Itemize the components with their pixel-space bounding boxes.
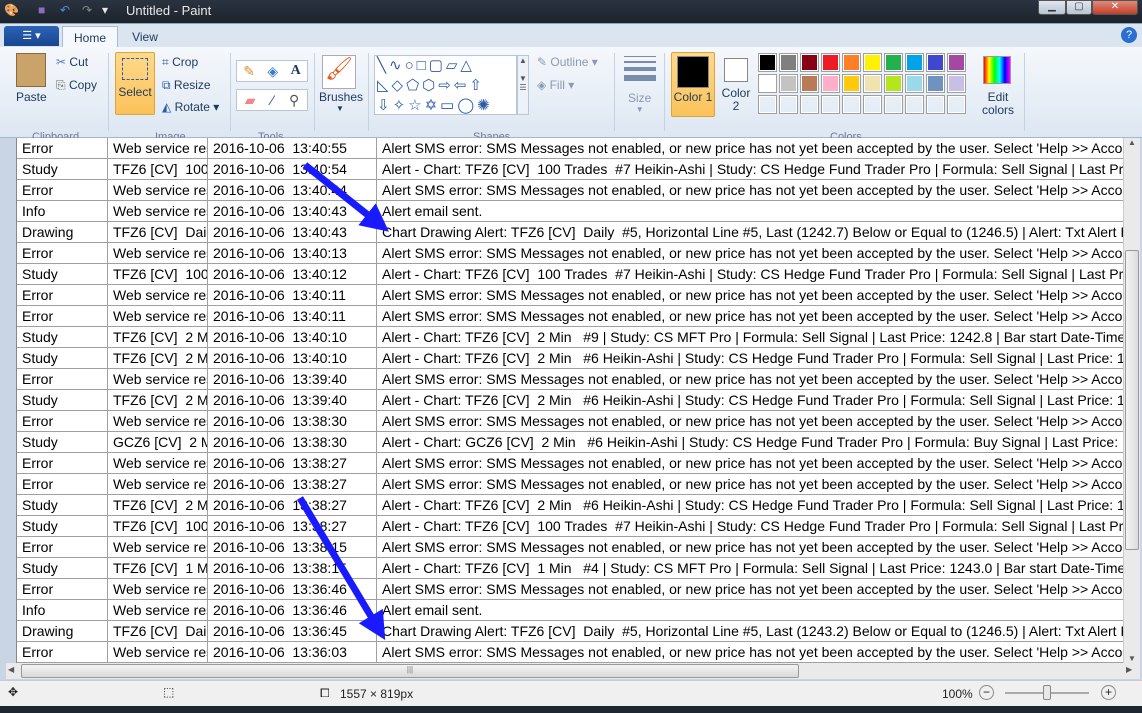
cursor-position-icon: ✥ — [8, 685, 19, 699]
color-swatch[interactable] — [842, 95, 861, 114]
fill-bucket-icon[interactable]: ◈ — [267, 63, 278, 80]
eraser-icon[interactable]: ▰ — [245, 92, 256, 109]
resize-button[interactable]: ⧉ Resize — [162, 78, 211, 93]
zoom-level: 100% — [942, 687, 973, 701]
magnifier-icon[interactable]: ⚲ — [289, 92, 299, 109]
window-title: Untitled - Paint — [126, 3, 212, 18]
color-swatch[interactable] — [863, 53, 882, 72]
color-swatch[interactable] — [821, 53, 840, 72]
color-swatch[interactable] — [884, 95, 903, 114]
customize-quick-access-icon[interactable]: ▾ — [102, 3, 108, 17]
color-swatch[interactable] — [863, 74, 882, 93]
zoom-in-button[interactable]: + — [1101, 685, 1116, 700]
copy-icon: ⎘ — [56, 78, 66, 92]
color-swatch[interactable] — [926, 53, 945, 72]
color-swatch[interactable] — [905, 74, 924, 93]
ribbon: Paste ✂ Cut ⎘ Copy Clipboard Select ⌗ Cr… — [0, 47, 1142, 143]
close-button[interactable]: ✕ — [1092, 0, 1138, 15]
color1-swatch — [677, 56, 709, 88]
annotation-arrow — [302, 162, 389, 232]
color-swatch[interactable] — [947, 95, 966, 114]
color-swatch[interactable] — [863, 95, 882, 114]
crop-button[interactable]: ⌗ Crop — [162, 55, 198, 70]
color2-button[interactable]: Color 2 — [718, 55, 754, 113]
color-swatch[interactable] — [758, 95, 777, 114]
color-swatch[interactable] — [905, 95, 924, 114]
rotate-button[interactable]: ◭ Rotate ▾ — [162, 100, 219, 114]
rotate-icon: ◭ — [162, 100, 172, 114]
canvas-area[interactable]: Error Web service res 2016-10-06 13:40:55 A… — [0, 138, 1142, 680]
annotation-arrow — [296, 496, 386, 641]
crop-icon: ⌗ — [162, 55, 169, 69]
color-swatch[interactable] — [926, 74, 945, 93]
color-swatch[interactable] — [884, 53, 903, 72]
color2-swatch — [724, 58, 748, 82]
color-swatch[interactable] — [758, 53, 777, 72]
color-swatch[interactable] — [884, 74, 903, 93]
brushes-button[interactable]: Brushes ▼ — [319, 90, 363, 113]
redo-icon[interactable]: ↷ — [82, 3, 92, 17]
outline-button[interactable]: ✎ Outline ▾ — [537, 55, 598, 69]
color-swatch[interactable] — [758, 74, 777, 93]
color-swatch[interactable] — [926, 95, 945, 114]
ribbon-tabs: ☰ ▾ Home View ? — [0, 23, 1142, 48]
maximize-button[interactable]: ▢ — [1066, 0, 1092, 15]
fill-icon: ◈ — [537, 78, 547, 92]
color-swatch[interactable] — [800, 74, 819, 93]
size-button[interactable]: Size ▼ — [628, 91, 651, 114]
text-tool-icon[interactable]: A — [291, 63, 301, 79]
color-swatch[interactable] — [800, 53, 819, 72]
annotation-arrows — [296, 162, 389, 641]
status-bar: ✥ ⬚ ⧠ 1557 × 819px 100% − + — [0, 680, 1142, 706]
select-button[interactable]: Select — [115, 52, 155, 115]
color1-button[interactable]: Color 1 — [671, 52, 715, 117]
color-swatch[interactable] — [779, 74, 798, 93]
minimize-button[interactable]: ▁ — [1038, 0, 1066, 15]
zoom-slider-thumb[interactable] — [1043, 685, 1051, 700]
cut-button[interactable]: ✂ Cut — [56, 55, 88, 69]
color-swatch[interactable] — [821, 95, 840, 114]
help-icon[interactable]: ? — [1121, 27, 1137, 43]
color-swatch[interactable] — [842, 53, 861, 72]
brush-icon: 🖌 — [322, 55, 356, 89]
canvas-size-icon: ⧠ — [320, 686, 330, 700]
canvas-dimensions: 1557 × 819px — [340, 687, 414, 701]
size-icon — [624, 56, 656, 81]
scissors-icon: ✂ — [56, 55, 67, 69]
paste-button[interactable]: Paste — [16, 90, 47, 104]
color-picker-icon[interactable]: ⁄ — [271, 92, 273, 108]
title-bar: 🎨 ■ ↶ ↷ ▾ Untitled - Paint ▁ ▢ ✕ — [0, 0, 1142, 23]
shapes-scroll[interactable]: ▲ ▼ ☰ — [517, 55, 529, 115]
zoom-out-button[interactable]: − — [979, 685, 994, 700]
file-menu-button[interactable]: ☰ ▾ — [4, 26, 59, 46]
color-swatch[interactable] — [779, 95, 798, 114]
color-swatch[interactable] — [779, 53, 798, 72]
resize-icon: ⧉ — [162, 78, 171, 92]
tab-home[interactable]: Home — [62, 26, 118, 48]
fill-button[interactable]: ◈ Fill ▾ — [537, 78, 574, 92]
color-swatch[interactable] — [905, 53, 924, 72]
copy-button[interactable]: ⎘ Copy — [56, 78, 97, 93]
edit-colors-button[interactable]: Edit colors — [978, 91, 1018, 117]
color-swatch[interactable] — [800, 95, 819, 114]
undo-icon[interactable]: ↶ — [60, 3, 70, 17]
color-swatch[interactable] — [842, 74, 861, 93]
color-swatch[interactable] — [947, 53, 966, 72]
shapes-gallery[interactable]: ╲∿○□▢▱△ ◺◇⬠⬡⇨⇦⇧ ⇩✧☆✡▭◯✺ — [374, 55, 517, 115]
edit-colors-icon — [983, 56, 1011, 84]
paint-app-icon: 🎨 — [4, 3, 19, 17]
save-icon[interactable]: ■ — [38, 3, 45, 17]
color-swatch[interactable] — [821, 74, 840, 93]
color-swatch[interactable] — [947, 74, 966, 93]
pencil-icon[interactable]: ✎ — [243, 63, 255, 80]
selection-size-icon: ⬚ — [163, 685, 175, 699]
paste-icon — [16, 53, 46, 87]
tab-view[interactable]: View — [120, 26, 170, 48]
outline-icon: ✎ — [537, 55, 548, 69]
